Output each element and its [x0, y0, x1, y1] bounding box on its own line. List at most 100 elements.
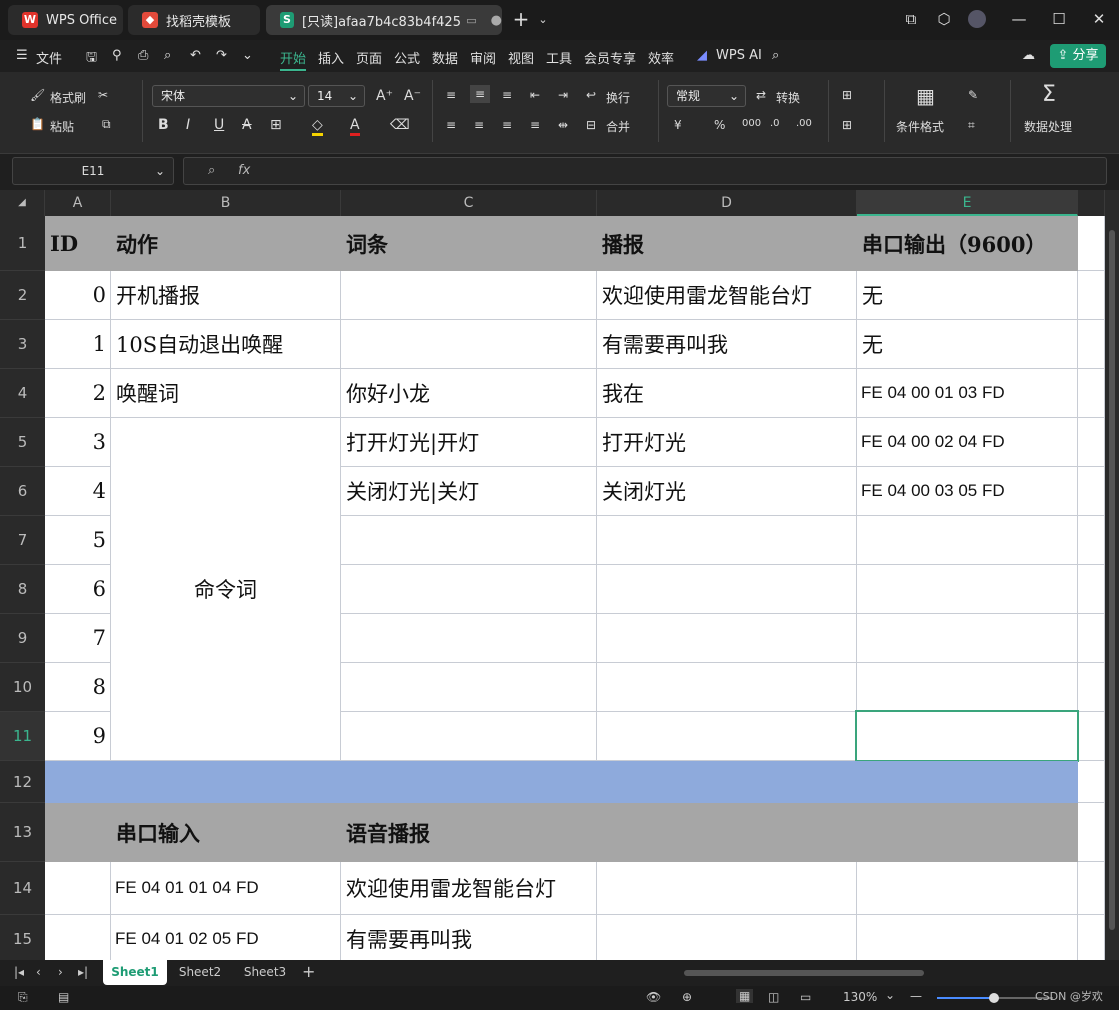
cell-a5[interactable]: 3 — [45, 418, 111, 467]
add-sheet-icon[interactable]: + — [302, 962, 315, 981]
vertical-scrollbar[interactable] — [1105, 216, 1119, 960]
cell-c5[interactable]: 打开灯光|开灯 — [341, 418, 597, 467]
format-painter-label[interactable]: 格式刷 — [50, 89, 86, 106]
close-tab-icon[interactable]: ● — [491, 13, 502, 28]
currency-icon[interactable]: ¥ — [674, 118, 682, 132]
cell-b1[interactable]: 动作 — [111, 216, 341, 271]
font-color-icon[interactable]: A — [350, 117, 360, 136]
search-icon[interactable]: ⌕ — [772, 48, 779, 63]
cell-a9[interactable]: 7 — [45, 614, 111, 663]
cell-c14[interactable]: 欢迎使用雷龙智能台灯 — [341, 862, 597, 915]
row-header-7[interactable]: 7 — [0, 516, 45, 565]
tab-template[interactable]: ◆ 找稻壳模板 — [128, 5, 260, 35]
row-header-15[interactable]: 15 — [0, 915, 45, 960]
cell-blank[interactable] — [1078, 915, 1105, 960]
cell-c2[interactable] — [341, 271, 597, 320]
share-button[interactable]: ⇪ 分享 — [1050, 44, 1106, 68]
normal-view-icon[interactable]: ▦ — [736, 989, 754, 1003]
fill-color-icon[interactable]: ◇ — [312, 117, 323, 136]
font-size-select[interactable]: 14 ⌄ — [308, 85, 365, 107]
maximize-icon[interactable]: ☐ — [1048, 10, 1070, 28]
fill-icon[interactable]: ✎ — [968, 88, 978, 102]
table-style-icon[interactable]: ⊞ — [842, 88, 852, 102]
cell-blank[interactable] — [1078, 862, 1105, 915]
crosshair-icon[interactable]: ⊕ — [682, 990, 692, 1004]
page-icon[interactable]: ▤ — [58, 990, 69, 1004]
wrap-label[interactable]: 换行 — [606, 89, 630, 106]
row-header-14[interactable]: 14 — [0, 862, 45, 915]
save-icon[interactable]: 🖫 — [86, 48, 97, 70]
cell-blank[interactable] — [1078, 418, 1105, 467]
row-header-1[interactable]: 1 — [0, 216, 45, 271]
cell-b5-merged[interactable]: 命令词 — [111, 418, 341, 761]
merge-label[interactable]: 合并 — [606, 118, 630, 135]
cell-c13[interactable]: 语音播报 — [341, 803, 597, 862]
cell-c9[interactable] — [341, 614, 597, 663]
zoom-chevron-icon[interactable]: ⌄ — [885, 988, 895, 1002]
align-left-icon[interactable]: ≡ — [446, 118, 456, 132]
formula-input[interactable]: ⌕ fx — [183, 157, 1107, 185]
zoom-out-icon[interactable]: — — [910, 989, 922, 1003]
bold-icon[interactable]: B — [158, 117, 169, 133]
menu-file[interactable]: 文件 — [36, 48, 62, 67]
restore-window-icon[interactable]: ⧉ — [900, 10, 922, 28]
cell-c10[interactable] — [341, 663, 597, 712]
print-preview-icon[interactable]: ⌕ — [164, 48, 171, 63]
cell-e14[interactable] — [857, 862, 1078, 915]
decimal-increase-icon[interactable]: .0 — [770, 118, 780, 129]
row-header-8[interactable]: 8 — [0, 565, 45, 614]
row-12-band[interactable] — [45, 761, 1078, 803]
row-header-6[interactable]: 6 — [0, 467, 45, 516]
cell-e3[interactable]: 无 — [857, 320, 1078, 369]
crop-icon[interactable]: ⌗ — [968, 118, 975, 133]
monitor-icon[interactable]: ▭ — [466, 14, 476, 27]
minimize-icon[interactable]: — — [1008, 10, 1030, 28]
cell-e5[interactable]: FE 04 00 02 04 FD — [857, 418, 1078, 467]
cell-a6[interactable]: 4 — [45, 467, 111, 516]
cell-d15[interactable] — [597, 915, 857, 960]
menu-insert[interactable]: 插入 — [318, 48, 344, 67]
align-right-icon[interactable]: ≡ — [502, 118, 512, 132]
cell-c1[interactable]: 词条 — [341, 216, 597, 271]
cell-d1[interactable]: 播报 — [597, 216, 857, 271]
cell-c8[interactable] — [341, 565, 597, 614]
menu-view[interactable]: 视图 — [508, 48, 534, 67]
cell-c3[interactable] — [341, 320, 597, 369]
cell-a4[interactable]: 2 — [45, 369, 111, 418]
border-icon[interactable]: ⊞ — [270, 117, 282, 133]
column-header-d[interactable]: D — [597, 190, 857, 216]
convert-icon[interactable]: ⇄ — [756, 88, 766, 102]
zoom-search-icon[interactable]: ⌕ — [208, 163, 215, 178]
conditional-format-label[interactable]: 条件格式 — [896, 118, 944, 135]
cell-blank[interactable] — [1078, 565, 1105, 614]
menu-home[interactable]: 开始 — [280, 48, 307, 71]
sheet-tab-3[interactable]: Sheet3 — [235, 960, 295, 985]
first-sheet-icon[interactable]: |◂ — [14, 965, 24, 979]
cell-a10[interactable]: 8 — [45, 663, 111, 712]
cell-e10[interactable] — [857, 663, 1078, 712]
cell-e4[interactable]: FE 04 00 01 03 FD — [857, 369, 1078, 418]
cell-a13[interactable] — [45, 803, 111, 862]
close-icon[interactable]: ✕ — [1088, 10, 1110, 28]
link-icon[interactable]: ⚲ — [112, 48, 122, 63]
cell-e2[interactable]: 无 — [857, 271, 1078, 320]
split-view-icon[interactable]: ◫ — [768, 990, 779, 1004]
print-icon[interactable]: ⎙ — [138, 48, 148, 63]
menu-review[interactable]: 审阅 — [470, 48, 496, 67]
cell-d4[interactable]: 我在 — [597, 369, 857, 418]
indent-increase-icon[interactable]: ⇥ — [558, 88, 568, 102]
cell-d3[interactable]: 有需要再叫我 — [597, 320, 857, 369]
column-header-b[interactable]: B — [111, 190, 341, 216]
cloud-icon[interactable]: ☁ — [1022, 48, 1035, 63]
copy-icon[interactable]: ⧉ — [102, 117, 111, 132]
row-header-10[interactable]: 10 — [0, 663, 45, 712]
tab-document[interactable]: S [只读]afaa7b4c83b4f425752 ▭ ● — [266, 5, 502, 35]
zoom-slider-thumb[interactable] — [989, 993, 999, 1003]
cell-blank[interactable] — [1078, 467, 1105, 516]
avatar[interactable] — [966, 10, 988, 32]
cell-a14[interactable] — [45, 862, 111, 915]
menu-page[interactable]: 页面 — [356, 48, 382, 67]
align-center-icon[interactable]: ≡ — [474, 118, 484, 132]
font-name-select[interactable]: 宋体 ⌄ — [152, 85, 305, 107]
cell-c4[interactable]: 你好小龙 — [341, 369, 597, 418]
